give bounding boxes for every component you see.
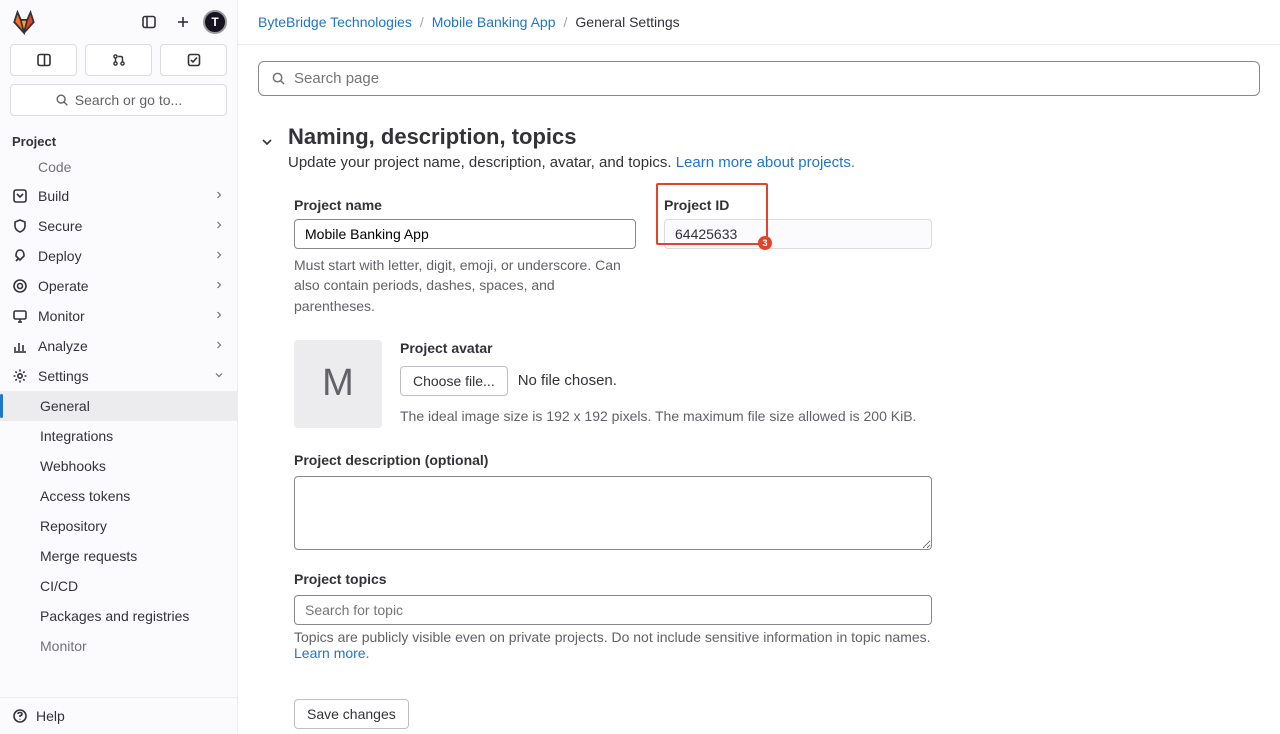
project-id-label: Project ID	[664, 197, 932, 213]
operate-icon	[12, 278, 28, 294]
issues-button[interactable]	[10, 44, 77, 76]
nav-item-code[interactable]: Code	[0, 159, 237, 181]
save-button[interactable]: Save changes	[294, 699, 409, 729]
breadcrumb-project[interactable]: Mobile Banking App	[432, 14, 556, 30]
content: Naming, description, topics Update your …	[238, 45, 1280, 734]
help-link[interactable]: Help	[0, 697, 237, 734]
description-label: Project description (optional)	[294, 452, 1260, 468]
shield-icon	[12, 218, 28, 234]
section-title: Naming, description, topics	[288, 124, 855, 150]
section-desc: Update your project name, description, a…	[288, 154, 855, 171]
nav-item-deploy[interactable]: Deploy	[0, 241, 237, 271]
sidebar-nav: Code Build Secure Deploy Operate	[0, 159, 237, 697]
nav-item-build[interactable]: Build	[0, 181, 237, 211]
nav-sub-integrations[interactable]: Integrations	[0, 421, 237, 451]
search-page-input[interactable]	[294, 70, 1247, 87]
nav-sub-repository[interactable]: Repository	[0, 511, 237, 541]
sidebar-search-label: Search or go to...	[75, 92, 182, 108]
topics-input[interactable]	[294, 595, 932, 625]
user-avatar[interactable]: T	[203, 10, 227, 34]
code-icon	[12, 159, 28, 175]
project-id-value: 64425633	[664, 219, 932, 249]
nav-sub-merge-requests[interactable]: Merge requests	[0, 541, 237, 571]
sidebar-section-title: Project	[0, 124, 237, 159]
chevron-right-icon	[213, 338, 225, 354]
chevron-right-icon	[213, 308, 225, 324]
nav-item-operate[interactable]: Operate	[0, 271, 237, 301]
topics-label: Project topics	[294, 571, 1260, 587]
main: ByteBridge Technologies / Mobile Banking…	[238, 0, 1280, 734]
chevron-right-icon	[213, 278, 225, 294]
gear-icon	[12, 368, 28, 384]
merge-requests-button[interactable]	[85, 44, 152, 76]
topics-help: Topics are publicly visible even on priv…	[294, 629, 932, 661]
breadcrumb-sep: /	[420, 14, 424, 30]
deploy-icon	[12, 248, 28, 264]
chevron-right-icon	[213, 218, 225, 234]
file-status: No file chosen.	[518, 372, 617, 389]
analyze-icon	[12, 338, 28, 354]
breadcrumb: ByteBridge Technologies / Mobile Banking…	[238, 0, 1280, 45]
todos-button[interactable]	[160, 44, 227, 76]
choose-file-button[interactable]: Choose file...	[400, 366, 508, 396]
nav-item-settings[interactable]: Settings	[0, 361, 237, 391]
avatar-help: The ideal image size is 192 x 192 pixels…	[400, 406, 1260, 426]
topics-learn-more[interactable]: Learn more.	[294, 645, 369, 661]
breadcrumb-sep: /	[564, 14, 568, 30]
sidebar-panel-icon[interactable]	[135, 8, 163, 36]
nav-sub-general[interactable]: General	[0, 391, 237, 421]
learn-more-projects[interactable]: Learn more about projects.	[676, 154, 855, 171]
nav-sub-packages[interactable]: Packages and registries	[0, 601, 237, 631]
avatar-label: Project avatar	[400, 340, 1260, 356]
project-name-input[interactable]	[294, 219, 636, 249]
help-label: Help	[36, 708, 65, 724]
nav-item-monitor[interactable]: Monitor	[0, 301, 237, 331]
monitor-icon	[12, 308, 28, 324]
sidebar-top: T	[0, 0, 237, 44]
project-name-label: Project name	[294, 197, 636, 213]
section-toggle[interactable]	[258, 128, 276, 156]
nav-sub-cicd[interactable]: CI/CD	[0, 571, 237, 601]
breadcrumb-org[interactable]: ByteBridge Technologies	[258, 14, 412, 30]
sidebar-buttons	[0, 44, 237, 84]
sidebar-search[interactable]: Search or go to...	[10, 84, 227, 116]
gitlab-logo[interactable]	[10, 8, 38, 36]
plus-icon[interactable]	[169, 8, 197, 36]
chevron-down-icon	[213, 368, 225, 384]
form-area: Project name Must start with letter, dig…	[294, 197, 1260, 729]
chevron-right-icon	[213, 248, 225, 264]
nav-sub-monitor[interactable]: Monitor	[0, 631, 237, 661]
sidebar: T Search or go to... Project Code	[0, 0, 238, 734]
nav-sub-access-tokens[interactable]: Access tokens	[0, 481, 237, 511]
search-page[interactable]	[258, 61, 1260, 96]
breadcrumb-current: General Settings	[575, 14, 679, 30]
nav-item-analyze[interactable]: Analyze	[0, 331, 237, 361]
chevron-right-icon	[213, 188, 225, 204]
nav-item-secure[interactable]: Secure	[0, 211, 237, 241]
avatar-preview: M	[294, 340, 382, 428]
nav-sub-webhooks[interactable]: Webhooks	[0, 451, 237, 481]
build-icon	[12, 188, 28, 204]
project-name-help: Must start with letter, digit, emoji, or…	[294, 255, 636, 316]
description-textarea[interactable]	[294, 476, 932, 550]
